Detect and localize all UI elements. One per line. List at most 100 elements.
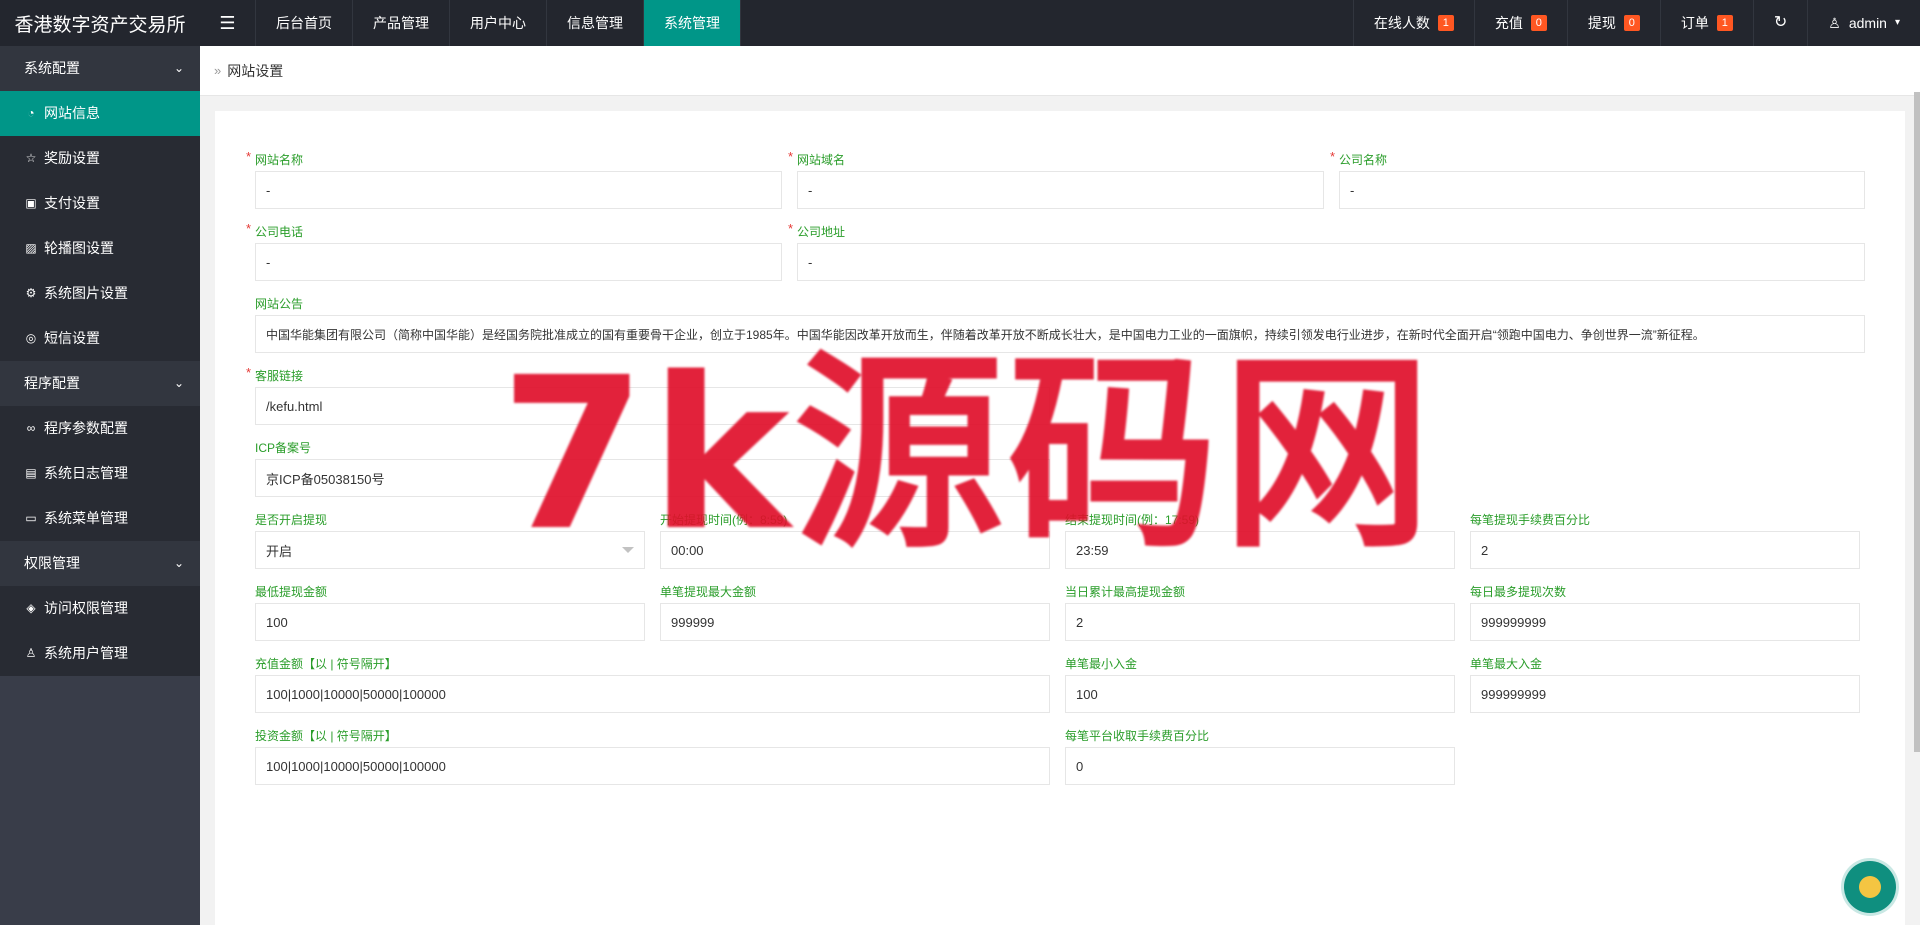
field-withdraw-max: 单笔提现最大金额 999999 (660, 583, 1050, 641)
sidebar-item-system-menu[interactable]: ▭ 系统菜单管理 (0, 496, 200, 541)
site-domain-input[interactable]: - (797, 171, 1324, 209)
recharge-amounts-input[interactable]: 100|1000|10000|50000|100000 (255, 675, 1050, 713)
deposit-max-input[interactable]: 999999999 (1470, 675, 1860, 713)
site-logo: 香港数字资产交易所 (14, 14, 186, 36)
field-withdraw-start: 开始提现时间(例：8:59) 00:00 (660, 511, 1050, 569)
field-withdraw-end: 结束提现时间(例：17:59) 23:59 (1065, 511, 1455, 569)
settings-form: * 网站名称 - * 网站域名 - * 公司名称 - * 公司电话 - * 公司地址 - (215, 111, 1905, 925)
online-label: 在线人数 (1373, 15, 1430, 31)
order-label: 订单 (1680, 15, 1709, 31)
withdraw-daily-count-input[interactable]: 999999999 (1470, 603, 1860, 641)
sidebar-item-label: 系统菜单管理 (44, 510, 128, 526)
menu-icon: ▭ (25, 511, 37, 525)
customer-service-button[interactable] (1844, 861, 1896, 913)
chevron-down-icon: ▾ (1894, 17, 1900, 28)
recharge-amounts-label: 充值金额【以 | 符号隔开】 (255, 657, 397, 671)
sidebar-item-program-params[interactable]: ∞ 程序参数配置 (0, 406, 200, 451)
nav-info[interactable]: 信息管理 (547, 0, 644, 46)
nav-home[interactable]: 后台首页 (256, 0, 353, 46)
withdraw-end-input[interactable]: 23:59 (1065, 531, 1455, 569)
withdraw-badge: 0 (1623, 15, 1640, 31)
image-icon: ▨ (25, 241, 37, 255)
required-mark: * (246, 149, 252, 164)
scrollbar[interactable] (1914, 92, 1920, 752)
deposit-min-input[interactable]: 100 (1065, 675, 1455, 713)
star-icon: ☆ (25, 151, 37, 165)
field-site-name: * 网站名称 - (246, 149, 782, 209)
withdraw-min-label: 最低提现金额 (255, 585, 328, 599)
sidebar-item-label: 轮播图设置 (44, 240, 114, 256)
sidebar-item-label: 网站信息 (44, 105, 100, 121)
order-badge: 1 (1716, 15, 1733, 31)
company-name-input[interactable]: - (1339, 171, 1865, 209)
icp-input[interactable]: 京ICP备05038150号 (255, 459, 1050, 497)
nav-products[interactable]: 产品管理 (353, 0, 450, 46)
withdraw-open-select[interactable]: 开启 (255, 531, 645, 569)
invest-amounts-input[interactable]: 100|1000|10000|50000|100000 (255, 747, 1050, 785)
company-address-input[interactable]: - (797, 243, 1865, 281)
withdraw-daily-max-label: 当日累计最高提现金额 (1065, 585, 1186, 599)
user-icon: ♙ (1828, 15, 1841, 31)
sidebar-item-label: 短信设置 (44, 330, 100, 346)
sidebar-item-payment[interactable]: ▣ 支付设置 (0, 181, 200, 226)
field-site-domain: * 网站域名 - (788, 149, 1324, 209)
sidebar-item-reward[interactable]: ☆ 奖励设置 (0, 136, 200, 181)
sidebar-item-label: 系统图片设置 (44, 285, 128, 301)
sidebar-group-label: 权限管理 (24, 555, 80, 571)
platform-fee-input[interactable]: 0 (1065, 747, 1455, 785)
sidebar-item-system-images[interactable]: ⚙ 系统图片设置 (0, 271, 200, 316)
sidebar-item-site-info[interactable]: ◔ 网站信息 (0, 91, 200, 136)
sidebar-item-system-users[interactable]: ♙ 系统用户管理 (0, 631, 200, 676)
main-content: » 网站设置 * 网站名称 - * 网站域名 - * 公司名称 - * 公司电话 - * 公… (200, 46, 1920, 925)
online-badge: 1 (1437, 15, 1454, 31)
sidebar-group-label: 系统配置 (24, 60, 80, 76)
sidebar-group-system-config[interactable]: 系统配置 ⌄ (0, 46, 200, 91)
withdraw-end-label: 结束提现时间(例：17:59) (1065, 513, 1200, 527)
sidebar-group-program-config[interactable]: 程序配置 ⌄ (0, 361, 200, 406)
withdraw-min-input[interactable]: 100 (255, 603, 645, 641)
icp-label: ICP备案号 (255, 441, 312, 455)
chat-icon: ◎ (25, 331, 37, 345)
required-mark: * (1330, 149, 1336, 164)
company-phone-input[interactable]: - (255, 243, 782, 281)
site-name-input[interactable]: - (255, 171, 782, 209)
order-count[interactable]: 订单 1 (1659, 0, 1753, 46)
menu-toggle-icon[interactable]: ☰ (200, 0, 256, 46)
withdraw-daily-max-input[interactable]: 2 (1065, 603, 1455, 641)
site-name-label: 网站名称 (255, 153, 304, 167)
online-count[interactable]: 在线人数 1 (1352, 0, 1474, 46)
user-menu[interactable]: ♙ admin ▾ (1807, 0, 1920, 46)
user-name: admin (1848, 15, 1887, 31)
withdraw-max-input[interactable]: 999999 (660, 603, 1050, 641)
sidebar-item-carousel[interactable]: ▨ 轮播图设置 (0, 226, 200, 271)
withdraw-open-label: 是否开启提现 (255, 513, 328, 527)
sidebar-item-system-log[interactable]: ▤ 系统日志管理 (0, 451, 200, 496)
breadcrumb-label: 网站设置 (227, 62, 284, 79)
field-invest-amounts: 投资金额【以 | 符号隔开】 100|1000|10000|50000|1000… (255, 727, 1050, 785)
link-icon: ∞ (26, 421, 36, 435)
sidebar-group-label: 程序配置 (24, 375, 80, 391)
deposit-min-label: 单笔最小入金 (1065, 657, 1138, 671)
field-deposit-max: 单笔最大入金 999999999 (1470, 655, 1860, 713)
invest-amounts-label: 投资金额【以 | 符号隔开】 (255, 729, 397, 743)
field-deposit-min: 单笔最小入金 100 (1065, 655, 1455, 713)
sidebar-item-label: 系统用户管理 (44, 645, 128, 661)
recharge-count[interactable]: 充值 0 (1473, 0, 1567, 46)
nav-system[interactable]: 系统管理 (644, 0, 741, 46)
sidebar-item-sms[interactable]: ◎ 短信设置 (0, 316, 200, 361)
field-platform-fee: 每笔平台收取手续费百分比 0 (1065, 727, 1455, 785)
recharge-badge: 0 (1530, 15, 1547, 31)
withdraw-count[interactable]: 提现 0 (1566, 0, 1660, 46)
nav-users[interactable]: 用户中心 (450, 0, 547, 46)
sidebar-item-access-permission[interactable]: ◈ 访问权限管理 (0, 586, 200, 631)
notice-input[interactable]: 中国华能集团有限公司（简称中国华能）是经国务院批准成立的国有重要骨干企业，创立于… (255, 315, 1865, 353)
withdraw-open-value: 开启 (266, 543, 293, 559)
refresh-button[interactable]: ↻ (1752, 0, 1807, 46)
main-nav: 后台首页 产品管理 用户中心 信息管理 系统管理 (256, 0, 741, 46)
service-link-input[interactable]: /kefu.html (255, 387, 1050, 425)
dashboard-icon: ◔ (27, 106, 35, 120)
sidebar-group-permissions[interactable]: 权限管理 ⌄ (0, 541, 200, 586)
withdraw-start-input[interactable]: 00:00 (660, 531, 1050, 569)
required-mark: * (788, 221, 794, 236)
withdraw-fee-input[interactable]: 2 (1470, 531, 1860, 569)
